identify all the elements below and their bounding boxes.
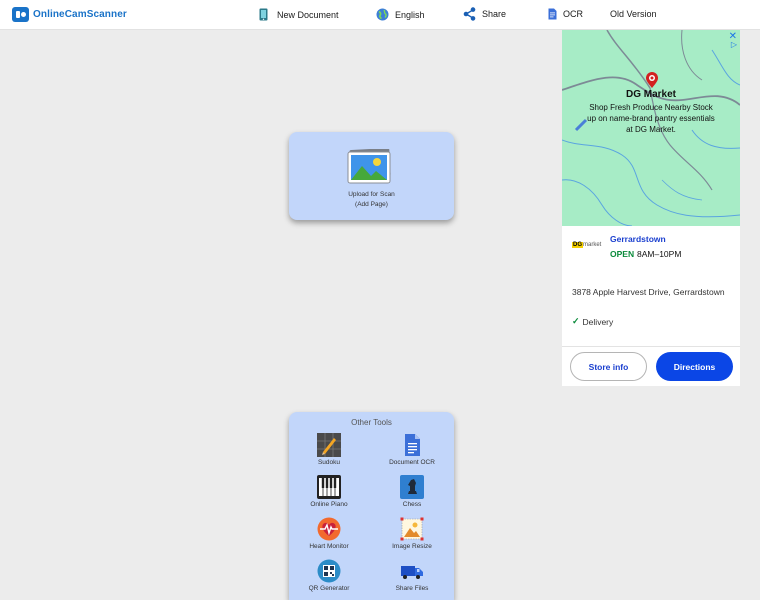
logo-market: market [583,242,602,248]
tool-label: Sudoku [317,459,341,466]
tool-label: Share Files [395,585,429,592]
tool-label: Document OCR [389,459,435,466]
sudoku-icon [317,433,341,457]
camera-logo-icon [12,7,29,22]
piano-icon [317,475,341,499]
globe-icon [376,8,389,21]
tool-qr-generator[interactable]: QR Generator [294,559,364,592]
nav-share-label: Share [482,9,507,19]
tool-sudoku[interactable]: Sudoku [294,433,364,466]
store-name-link[interactable]: Gerrardstown [610,234,666,244]
tool-label: Heart Monitor [309,543,349,550]
nav-language-label: English [395,9,425,20]
upload-label-line2: (Add Page) [355,201,388,208]
tool-heart-monitor[interactable]: Heart Monitor [294,517,364,550]
document-ocr-icon [405,434,420,456]
new-document-icon [259,8,268,21]
nav-old-version[interactable]: Old Version [610,9,657,19]
tool-image-resize[interactable]: Image Resize [377,517,447,550]
ad-map[interactable]: ✕ ▷ DG Market Shop Fresh Produce Nearby … [562,30,740,226]
ad-description: Shop Fresh Produce Nearby Stock up on na… [587,103,715,134]
share-icon [463,7,476,21]
other-tools-title: Other Tools [351,418,392,427]
nav-new-document-label: New Document [277,9,339,20]
dg-market-ad[interactable]: ✕ ▷ DG Market Shop Fresh Produce Nearby … [562,30,740,386]
logo-dg: DG [572,242,583,248]
ocr-document-icon [548,8,557,20]
upload-label-line1: Upload for Scan [348,191,395,198]
tool-label: QR Generator [308,585,350,592]
qr-generator-icon [317,559,341,583]
ad-divider [562,346,740,347]
delivery-label: Delivery [582,316,614,327]
top-header: OnlineCamScanner New Document English Sh… [0,0,760,30]
logo-text: OnlineCamScanner [33,9,127,20]
tool-online-piano[interactable]: Online Piano [294,475,364,508]
chess-icon [400,475,424,499]
store-info-button[interactable]: Store info [570,352,647,381]
adchoices-icon[interactable]: ▷ [731,40,737,49]
store-hours: 8AM–10PM [637,249,682,259]
dg-market-logo: DGmarket [572,242,601,248]
upload-for-scan-button[interactable]: Upload for Scan (Add Page) [289,132,454,220]
location-pin-icon [646,72,658,88]
tool-document-ocr[interactable]: Document OCR [377,433,447,466]
tool-share-files[interactable]: Share Files [377,559,447,592]
tool-chess[interactable]: Chess [377,475,447,508]
open-status: OPEN [610,249,635,259]
nav-old-version-label: Old Version [610,9,657,19]
heart-monitor-icon [317,517,341,541]
nav-ocr-label: OCR [563,9,583,19]
check-icon: ✓ [572,316,580,326]
images-icon [346,148,394,190]
tool-label: Online Piano [310,501,348,508]
nav-new-document[interactable]: New Document [259,8,339,21]
nav-share[interactable]: Share [463,7,506,21]
logo[interactable]: OnlineCamScanner [12,7,127,22]
other-tools-panel: Other Tools Sudoku Document OCR Online P… [289,412,454,600]
nav-ocr[interactable]: OCR [548,8,583,20]
tool-label: Chess [402,501,422,508]
nav-language[interactable]: English [376,8,425,21]
delivery-info: ✓ Delivery [572,316,613,327]
share-files-icon [401,566,423,579]
tool-label: Image Resize [392,543,432,550]
directions-button[interactable]: Directions [656,352,733,381]
image-resize-icon [400,517,424,541]
ad-brand-name: DG Market [625,89,676,100]
store-address: 3878 Apple Harvest Drive, Gerrardstown [572,287,725,297]
